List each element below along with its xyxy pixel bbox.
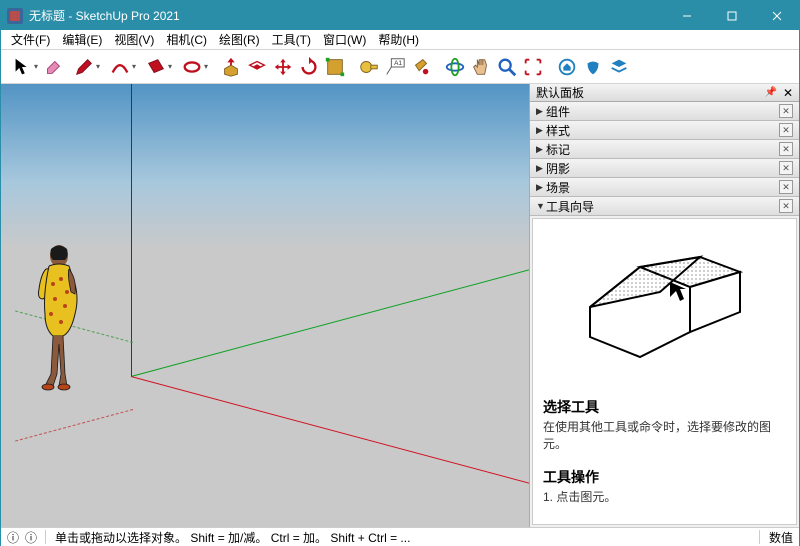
panel-close-icon[interactable]: ✕ bbox=[779, 123, 793, 137]
text-tool[interactable]: A1 bbox=[383, 55, 407, 79]
rotate-tool[interactable] bbox=[297, 55, 321, 79]
instructor-panel-body: 选择工具 在使用其他工具或命令时，选择要修改的图元。 工具操作 1. 点击图元。 bbox=[532, 218, 797, 525]
paint-tool[interactable] bbox=[409, 55, 433, 79]
zoom-extents-tool[interactable] bbox=[521, 55, 545, 79]
menu-view[interactable]: 视图(V) bbox=[108, 30, 160, 49]
tray-close-icon[interactable]: ✕ bbox=[783, 86, 793, 100]
panel-label: 样式 bbox=[546, 122, 570, 139]
layers-button[interactable] bbox=[607, 55, 631, 79]
minimize-button[interactable] bbox=[664, 1, 709, 30]
instructor-ops-title: 工具操作 bbox=[543, 467, 786, 487]
viewport-3d[interactable] bbox=[1, 84, 529, 527]
pin-icon[interactable]: 📌 bbox=[764, 87, 776, 98]
panel-label: 阴影 bbox=[546, 160, 570, 177]
instructor-desc: 在使用其他工具或命令时，选择要修改的图元。 bbox=[543, 419, 786, 453]
panel-close-icon[interactable]: ✕ bbox=[779, 180, 793, 194]
pencil-tool[interactable] bbox=[67, 55, 101, 79]
title-bar: 无标题 - SketchUp Pro 2021 bbox=[1, 1, 799, 30]
panel-scenes[interactable]: ▶场景 ✕ bbox=[530, 178, 799, 197]
svg-text:A1: A1 bbox=[394, 60, 402, 67]
chevron-down-icon: ▼ bbox=[536, 201, 546, 211]
menu-edit[interactable]: 编辑(E) bbox=[56, 30, 108, 49]
window-title: 无标题 - SketchUp Pro 2021 bbox=[29, 7, 664, 24]
tray-title: 默认面板 bbox=[536, 84, 584, 101]
panel-label: 工具向导 bbox=[546, 198, 594, 215]
ext-warehouse-button[interactable] bbox=[581, 55, 605, 79]
panel-components[interactable]: ▶组件 ✕ bbox=[530, 102, 799, 121]
tray-header[interactable]: 默认面板 📌 ✕ bbox=[530, 84, 799, 102]
panel-shadows[interactable]: ▶阴影 ✕ bbox=[530, 159, 799, 178]
panel-label: 组件 bbox=[546, 103, 570, 120]
zoom-tool[interactable] bbox=[495, 55, 519, 79]
chevron-right-icon: ▶ bbox=[536, 182, 546, 193]
panel-close-icon[interactable]: ✕ bbox=[779, 199, 793, 213]
chevron-right-icon: ▶ bbox=[536, 125, 546, 136]
panel-close-icon[interactable]: ✕ bbox=[779, 142, 793, 156]
chevron-right-icon: ▶ bbox=[536, 163, 546, 174]
toolbar: A1 bbox=[1, 50, 799, 84]
rectangle-tool[interactable] bbox=[139, 55, 173, 79]
instructor-title: 选择工具 bbox=[543, 397, 786, 417]
offset-tool[interactable] bbox=[245, 55, 269, 79]
panel-close-icon[interactable]: ✕ bbox=[779, 161, 793, 175]
info-icon[interactable]: ⓘ bbox=[25, 529, 37, 546]
menu-draw[interactable]: 绘图(R) bbox=[213, 30, 266, 49]
menu-help[interactable]: 帮助(H) bbox=[372, 30, 425, 49]
menu-bar: 文件(F) 编辑(E) 视图(V) 相机(C) 绘图(R) 工具(T) 窗口(W… bbox=[1, 30, 799, 50]
tape-tool[interactable] bbox=[357, 55, 381, 79]
status-hint: 单击或拖动以选择对象。 Shift = 加/减。 Ctrl = 加。 Shift… bbox=[55, 529, 751, 546]
menu-camera[interactable]: 相机(C) bbox=[160, 30, 213, 49]
scale-tool[interactable] bbox=[323, 55, 347, 79]
panel-tags[interactable]: ▶标记 ✕ bbox=[530, 140, 799, 159]
content-area: 默认面板 📌 ✕ ▶组件✕ ▶样式✕ ▶标记✕ ▶阴影✕ ▶场景✕ ▼工具向导✕… bbox=[1, 84, 799, 527]
pan-tool[interactable] bbox=[469, 55, 493, 79]
orbit-tool[interactable] bbox=[443, 55, 467, 79]
select-tool[interactable] bbox=[5, 55, 39, 79]
toolbar-separator bbox=[435, 55, 441, 79]
pushpull-tool[interactable] bbox=[219, 55, 243, 79]
close-button[interactable] bbox=[754, 1, 799, 30]
menu-tools[interactable]: 工具(T) bbox=[266, 30, 317, 49]
menu-window[interactable]: 窗口(W) bbox=[317, 30, 372, 49]
instructor-op: 1. 点击图元。 bbox=[543, 489, 786, 506]
maximize-button[interactable] bbox=[709, 1, 754, 30]
move-tool[interactable] bbox=[271, 55, 295, 79]
default-tray: 默认面板 📌 ✕ ▶组件✕ ▶样式✕ ▶标记✕ ▶阴影✕ ▶场景✕ ▼工具向导✕… bbox=[529, 84, 799, 527]
app-icon bbox=[7, 8, 23, 24]
axis-blue-z bbox=[131, 84, 132, 376]
menu-file[interactable]: 文件(F) bbox=[5, 30, 56, 49]
chevron-right-icon: ▶ bbox=[536, 144, 546, 155]
chevron-right-icon: ▶ bbox=[536, 106, 546, 117]
eraser-tool[interactable] bbox=[41, 55, 65, 79]
axis-red-neg bbox=[15, 409, 133, 442]
panel-instructor[interactable]: ▼工具向导 ✕ bbox=[530, 197, 799, 216]
scale-figure bbox=[31, 244, 86, 392]
circle-tool[interactable] bbox=[175, 55, 209, 79]
axis-red-x bbox=[131, 376, 529, 486]
help-icon[interactable]: ⓘ bbox=[7, 529, 19, 546]
panel-close-icon[interactable]: ✕ bbox=[779, 104, 793, 118]
toolbar-separator bbox=[349, 55, 355, 79]
status-bar: ⓘ ⓘ 单击或拖动以选择对象。 Shift = 加/减。 Ctrl = 加。 S… bbox=[1, 527, 799, 546]
panel-styles[interactable]: ▶样式 ✕ bbox=[530, 121, 799, 140]
arc-tool[interactable] bbox=[103, 55, 137, 79]
instructor-illustration bbox=[570, 237, 760, 367]
toolbar-separator bbox=[547, 55, 553, 79]
panel-label: 场景 bbox=[546, 179, 570, 196]
sky-background bbox=[1, 84, 529, 249]
panel-label: 标记 bbox=[546, 141, 570, 158]
toolbar-separator bbox=[211, 55, 217, 79]
axis-green-y bbox=[131, 267, 529, 377]
warehouse-button[interactable] bbox=[555, 55, 579, 79]
vcb-label: 数值 bbox=[769, 529, 793, 546]
